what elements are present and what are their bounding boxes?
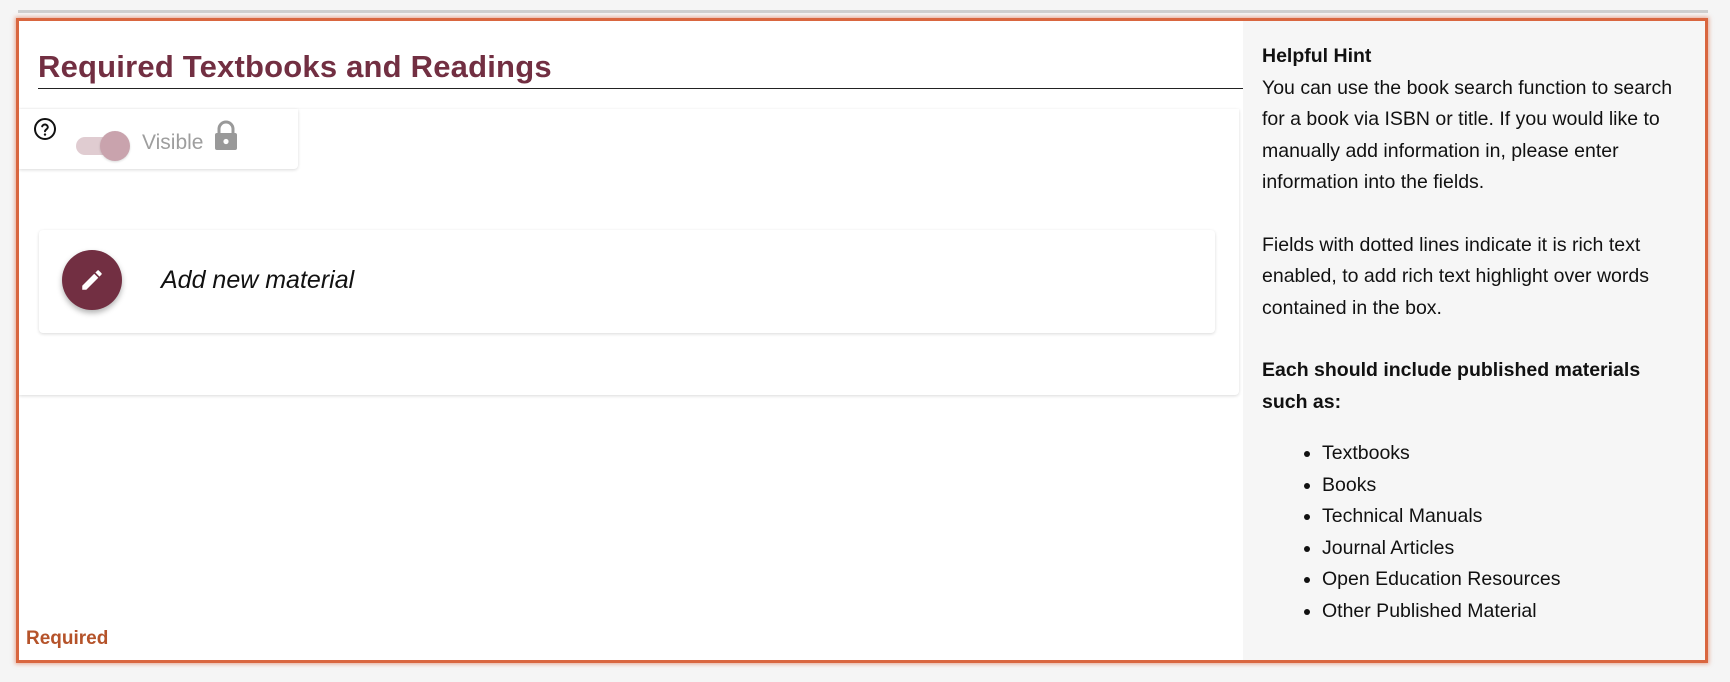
add-material-button[interactable]: Add new material bbox=[39, 230, 1215, 333]
toggle-thumb bbox=[100, 131, 130, 161]
visibility-toggle[interactable] bbox=[76, 128, 132, 161]
main-panel: Required Textbooks and Readings Visible bbox=[19, 21, 1260, 660]
hint-title: Helpful Hint bbox=[1262, 45, 1372, 67]
list-item: Open Education Resources bbox=[1322, 564, 1691, 596]
visibility-label: Visible bbox=[142, 131, 204, 154]
list-item: Technical Manuals bbox=[1322, 501, 1691, 533]
title-underline bbox=[38, 88, 1260, 89]
list-item: Other Published Material bbox=[1322, 596, 1691, 628]
pencil-icon bbox=[82, 270, 102, 290]
edit-fab bbox=[62, 250, 122, 310]
list-item: Textbooks bbox=[1322, 438, 1691, 470]
helpful-hint-panel: Helpful Hint You can use the book search… bbox=[1243, 21, 1705, 660]
section-title: Required Textbooks and Readings bbox=[38, 49, 552, 84]
help-circle-icon[interactable] bbox=[33, 117, 57, 141]
required-label: Required bbox=[26, 628, 109, 649]
list-item: Books bbox=[1322, 470, 1691, 502]
top-divider bbox=[18, 10, 1708, 13]
materials-list: Textbooks Books Technical Manuals Journa… bbox=[1262, 438, 1691, 627]
section-frame: Required Textbooks and Readings Visible bbox=[16, 18, 1708, 663]
lock-icon bbox=[212, 120, 240, 152]
add-material-label: Add new material bbox=[161, 266, 355, 294]
hint-paragraph-materials: Each should include published materials … bbox=[1262, 359, 1641, 413]
hint-paragraph-richtext: Fields with dotted lines indicate it is … bbox=[1262, 233, 1649, 319]
hint-paragraph-search: You can use the book search function to … bbox=[1262, 76, 1673, 194]
list-item: Journal Articles bbox=[1322, 533, 1691, 565]
